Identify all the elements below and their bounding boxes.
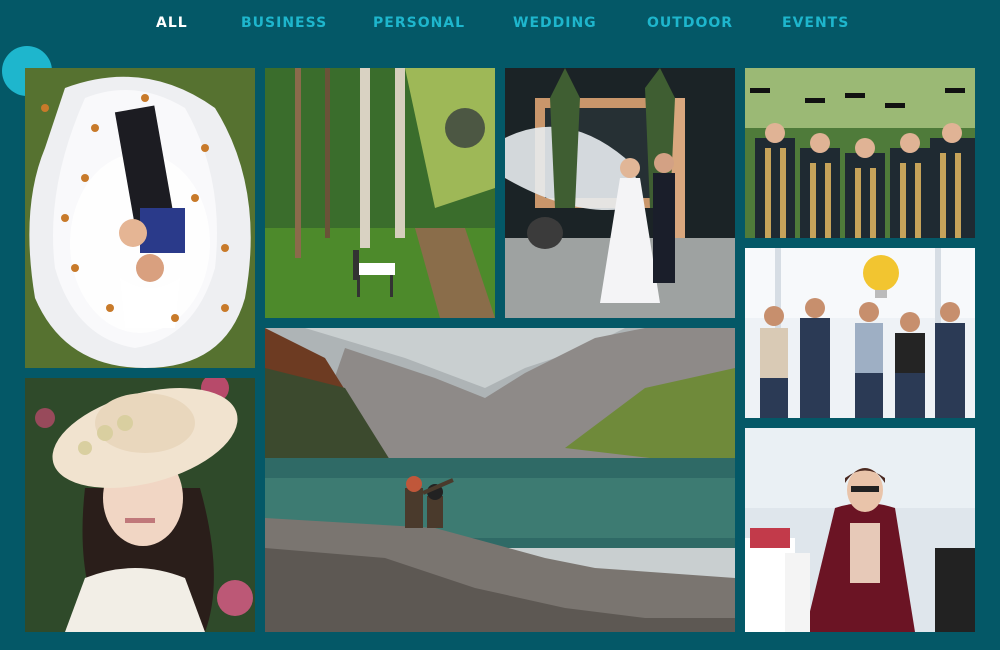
gallery-item-shopping-woman[interactable] (745, 428, 975, 632)
wedding-veil-photo (25, 68, 255, 368)
woman-sun-hat-photo (25, 378, 255, 632)
gallery-item-graduates[interactable] (745, 68, 975, 238)
gallery-item-woman-sun-hat[interactable] (25, 378, 255, 632)
business-team-photo (745, 248, 975, 418)
gallery-item-business-team[interactable] (745, 248, 975, 418)
filter-nav: ALL BUSINESS PERSONAL WEDDING OUTDOOR EV… (0, 0, 1000, 46)
filter-business[interactable]: BUSINESS (241, 15, 327, 31)
gallery-item-wedding-veil-couple[interactable] (25, 68, 255, 368)
gallery-item-forest-bench[interactable] (265, 68, 495, 318)
gallery-item-bride-groom-veil[interactable] (505, 68, 735, 318)
filter-outdoor[interactable]: OUTDOOR (647, 15, 733, 31)
filter-wedding[interactable]: WEDDING (513, 15, 597, 31)
filter-personal[interactable]: PERSONAL (373, 15, 465, 31)
gallery-item-mountain-lake-couple[interactable] (265, 328, 735, 632)
portfolio-gallery-page: ALL BUSINESS PERSONAL WEDDING OUTDOOR EV… (0, 0, 1000, 650)
filter-all[interactable]: ALL (156, 15, 188, 31)
graduates-photo (745, 68, 975, 238)
forest-bench-photo (265, 68, 495, 318)
bride-groom-photo (505, 68, 735, 318)
filter-events[interactable]: EVENTS (782, 15, 849, 31)
mountain-lake-photo (265, 328, 735, 632)
shopping-woman-photo (745, 428, 975, 632)
